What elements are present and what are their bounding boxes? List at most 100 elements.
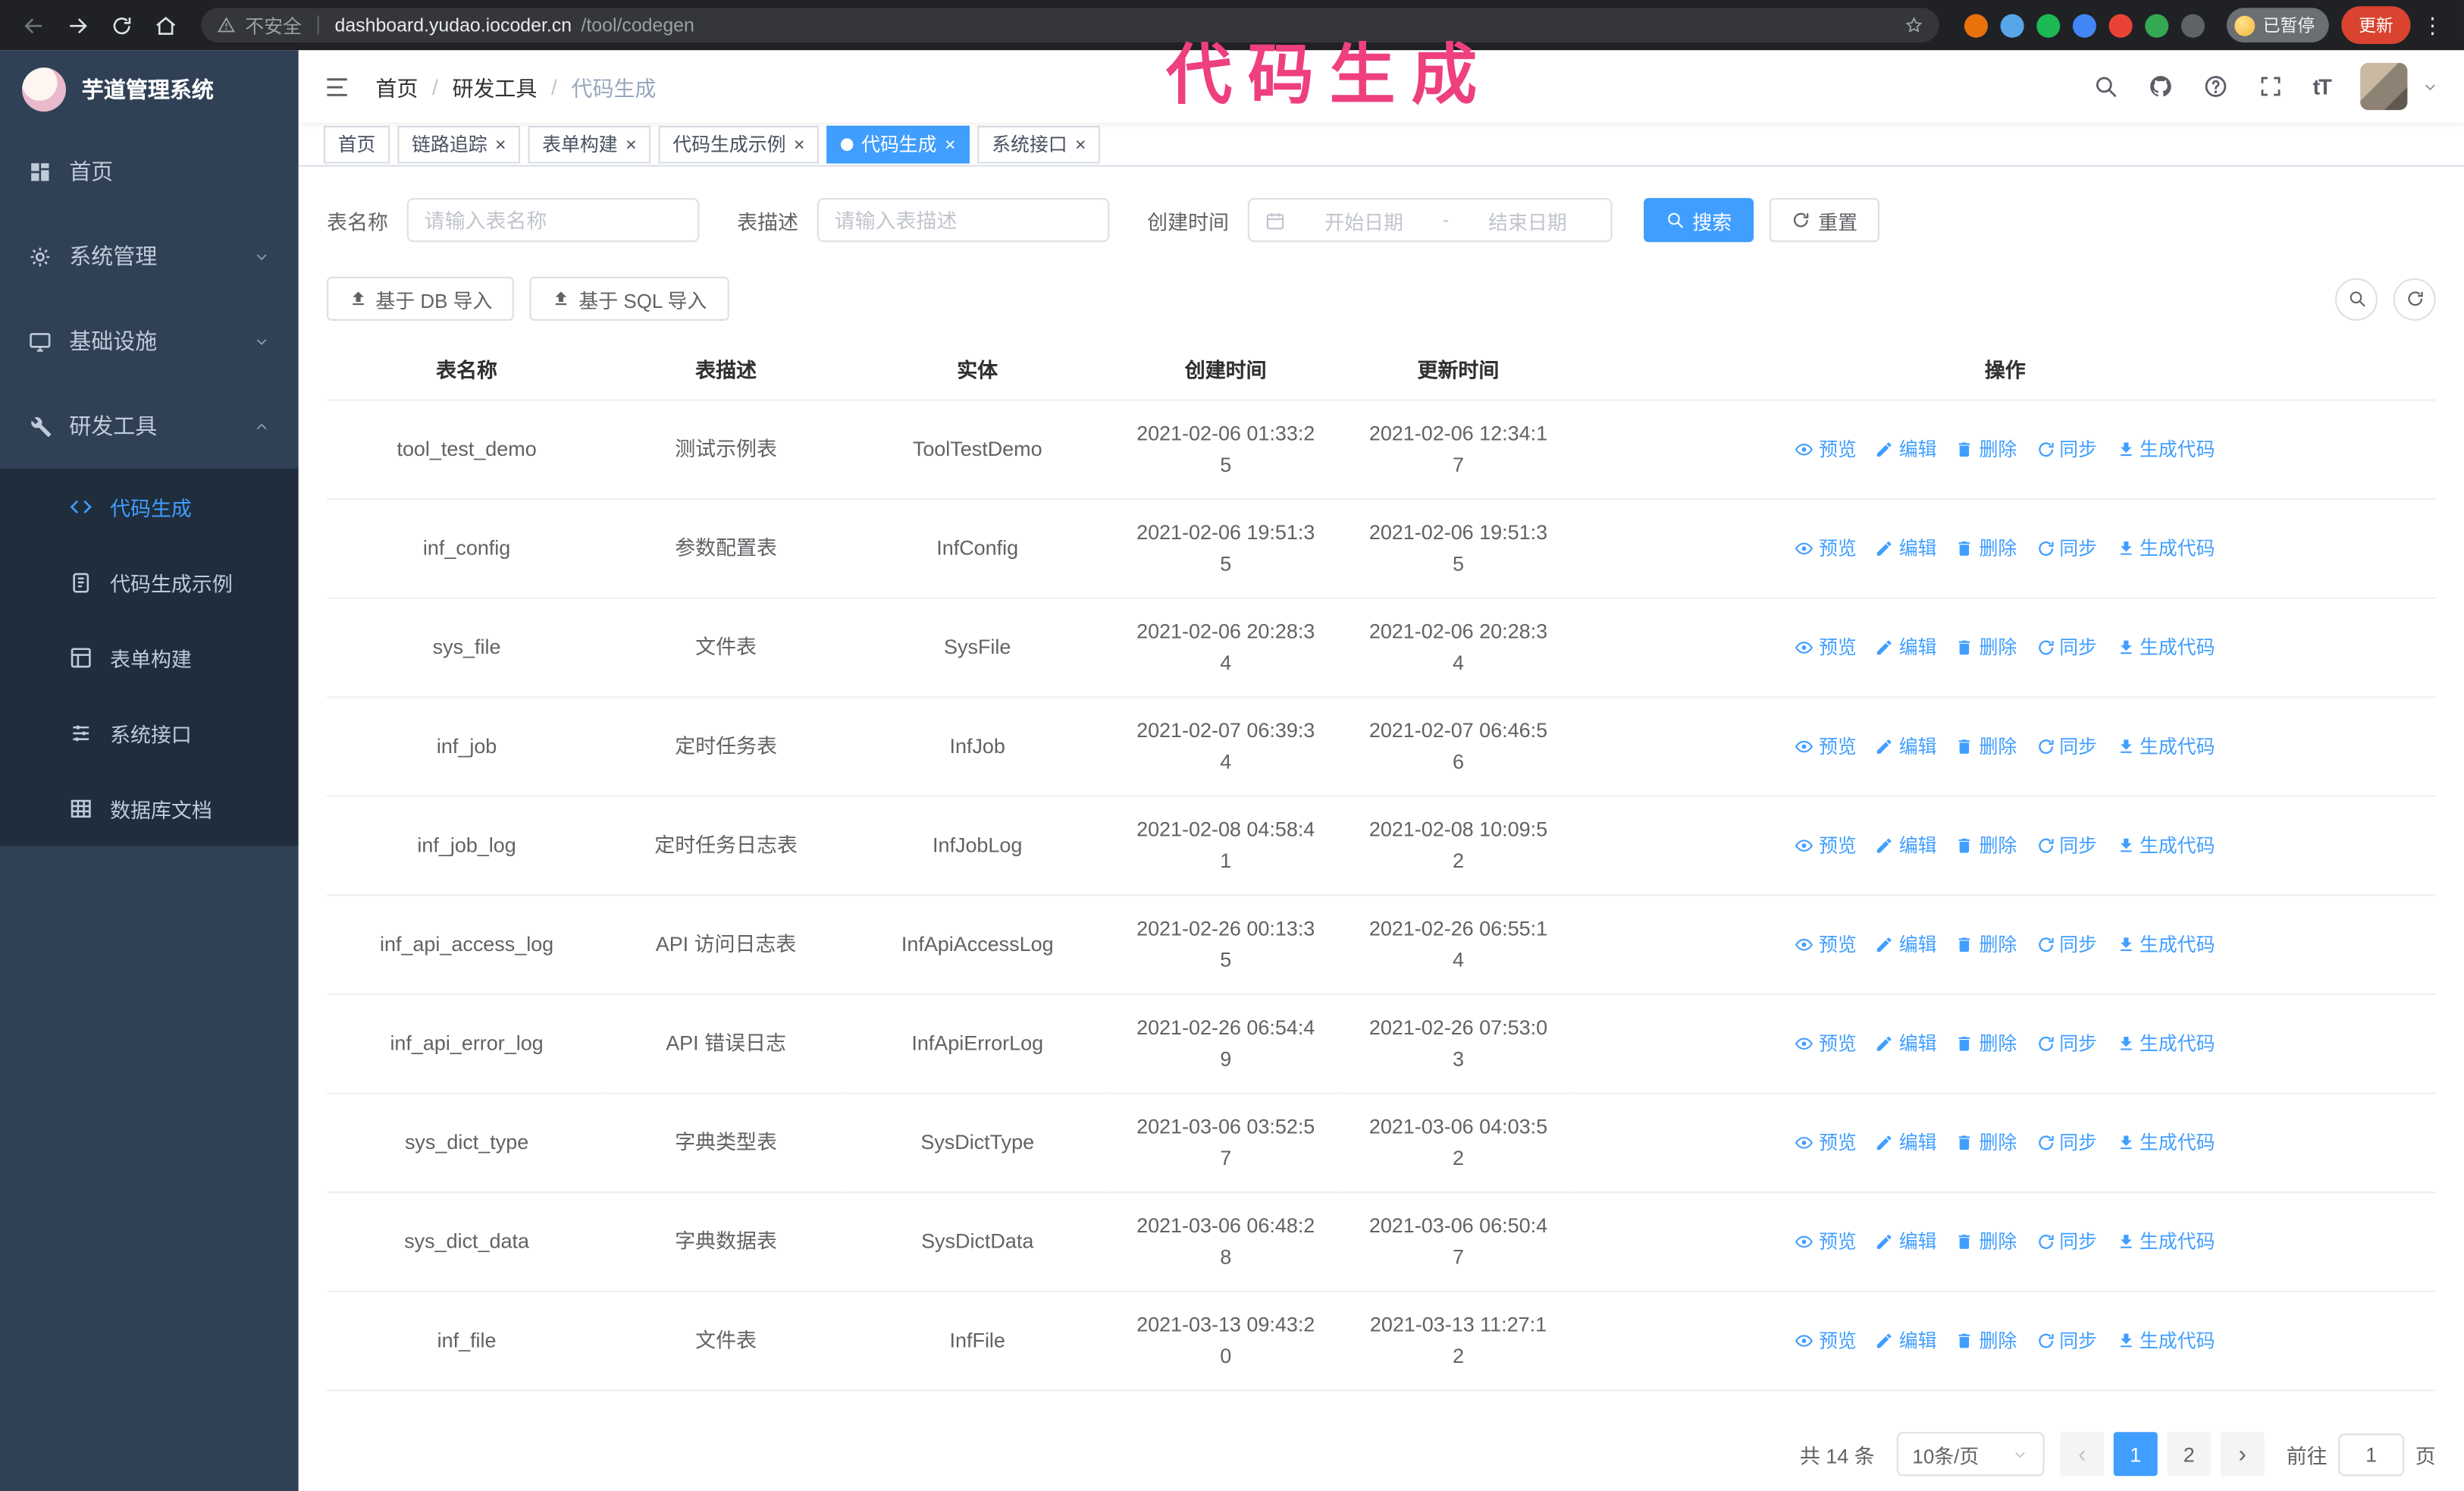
row-action-edit[interactable]: 编辑 xyxy=(1876,1325,1937,1356)
browser-reload-button[interactable] xyxy=(101,5,142,46)
search-button[interactable]: 搜索 xyxy=(1644,198,1754,243)
row-action-preview[interactable]: 预览 xyxy=(1795,1127,1857,1158)
row-action-delete[interactable]: 删除 xyxy=(1955,632,2017,663)
row-action-sync[interactable]: 同步 xyxy=(2036,731,2097,762)
row-action-preview[interactable]: 预览 xyxy=(1795,434,1857,465)
date-start-placeholder[interactable]: 开始日期 xyxy=(1296,205,1431,234)
row-action-sync[interactable]: 同步 xyxy=(2036,929,2097,960)
avatar[interactable] xyxy=(2360,63,2408,111)
row-action-sync[interactable]: 同步 xyxy=(2036,1028,2097,1059)
tab[interactable]: 首页 xyxy=(323,124,390,163)
extension-icon[interactable] xyxy=(2145,13,2169,37)
sidebar-item-home[interactable]: 首页 xyxy=(0,129,299,214)
sidebar-item-form-builder[interactable]: 表单构建 xyxy=(0,620,299,695)
row-action-sync[interactable]: 同步 xyxy=(2036,533,2097,564)
page-button-2[interactable]: 2 xyxy=(2167,1432,2212,1477)
row-action-generate-code[interactable]: 生成代码 xyxy=(2116,434,2215,465)
create-time-range-picker[interactable]: 开始日期 - 结束日期 xyxy=(1247,198,1613,243)
paused-extension-badge[interactable]: 已暂停 xyxy=(2227,8,2329,42)
extension-icon[interactable] xyxy=(1964,13,1988,37)
sidebar-item-system-api[interactable]: 系统接口 xyxy=(0,695,299,770)
row-action-sync[interactable]: 同步 xyxy=(2036,1226,2097,1257)
font-size-icon[interactable]: tT xyxy=(2313,74,2332,99)
row-action-preview[interactable]: 预览 xyxy=(1795,1325,1857,1356)
tab[interactable]: 链路追踪 × xyxy=(397,124,521,163)
sidebar-item-code-generation[interactable]: 代码生成 xyxy=(0,469,299,544)
page-size-select[interactable]: 10条/页 xyxy=(1896,1432,2045,1477)
url-host[interactable]: dashboard.yudao.iocoder.cn xyxy=(335,14,572,36)
row-action-sync[interactable]: 同步 xyxy=(2036,830,2097,861)
table-name-input[interactable] xyxy=(424,208,682,232)
row-action-edit[interactable]: 编辑 xyxy=(1876,929,1937,960)
row-action-delete[interactable]: 删除 xyxy=(1955,1127,2017,1158)
refresh-table-button[interactable] xyxy=(2393,277,2436,320)
row-action-sync[interactable]: 同步 xyxy=(2036,434,2097,465)
row-action-generate-code[interactable]: 生成代码 xyxy=(2116,929,2215,960)
row-action-generate-code[interactable]: 生成代码 xyxy=(2116,533,2215,564)
row-action-generate-code[interactable]: 生成代码 xyxy=(2116,1226,2215,1257)
row-action-generate-code[interactable]: 生成代码 xyxy=(2116,1028,2215,1059)
sidebar-item-database-docs[interactable]: 数据库文档 xyxy=(0,771,299,846)
row-action-delete[interactable]: 删除 xyxy=(1955,1226,2017,1257)
tab[interactable]: 代码生成示例 × xyxy=(658,124,820,163)
extension-icon[interactable] xyxy=(2036,13,2061,37)
hamburger-icon[interactable] xyxy=(324,74,350,100)
toggle-search-button[interactable] xyxy=(2335,277,2378,320)
browser-forward-button[interactable] xyxy=(57,5,98,46)
row-action-edit[interactable]: 编辑 xyxy=(1876,1226,1937,1257)
row-action-preview[interactable]: 预览 xyxy=(1795,1028,1857,1059)
prev-page-button[interactable]: ‹ xyxy=(2060,1432,2105,1477)
import-db-button[interactable]: 基于 DB 导入 xyxy=(327,276,515,321)
row-action-edit[interactable]: 编辑 xyxy=(1876,731,1937,762)
browser-menu-icon[interactable]: ⋮ xyxy=(2414,12,2452,39)
row-action-delete[interactable]: 删除 xyxy=(1955,1325,2017,1356)
sidebar-logo[interactable]: 芋道管理系统 xyxy=(0,50,299,129)
row-action-delete[interactable]: 删除 xyxy=(1955,434,2017,465)
row-action-preview[interactable]: 预览 xyxy=(1795,632,1857,663)
tab-close-icon[interactable]: × xyxy=(625,134,637,153)
import-sql-button[interactable]: 基于 SQL 导入 xyxy=(530,276,729,321)
sidebar-item-code-generation-example[interactable]: 代码生成示例 xyxy=(0,544,299,619)
sidebar-item-infrastructure[interactable]: 基础设施 xyxy=(0,299,299,384)
tab[interactable]: 代码生成 × xyxy=(826,124,970,163)
row-action-generate-code[interactable]: 生成代码 xyxy=(2116,1325,2215,1356)
row-action-sync[interactable]: 同步 xyxy=(2036,1127,2097,1158)
security-warning-label[interactable]: 不安全 xyxy=(245,12,302,39)
row-action-delete[interactable]: 删除 xyxy=(1955,533,2017,564)
tab-close-icon[interactable]: × xyxy=(495,134,506,153)
row-action-delete[interactable]: 删除 xyxy=(1955,731,2017,762)
row-action-edit[interactable]: 编辑 xyxy=(1876,632,1937,663)
row-action-generate-code[interactable]: 生成代码 xyxy=(2116,830,2215,861)
row-action-sync[interactable]: 同步 xyxy=(2036,1325,2097,1356)
row-action-edit[interactable]: 编辑 xyxy=(1876,1127,1937,1158)
extension-icon[interactable] xyxy=(2108,13,2133,37)
browser-back-button[interactable] xyxy=(13,5,54,46)
row-action-delete[interactable]: 删除 xyxy=(1955,830,2017,861)
search-icon[interactable] xyxy=(2093,74,2118,99)
row-action-delete[interactable]: 删除 xyxy=(1955,929,2017,960)
row-action-delete[interactable]: 删除 xyxy=(1955,1028,2017,1059)
tab[interactable]: 表单构建 × xyxy=(528,124,651,163)
breadcrumb-dev-tools[interactable]: 研发工具 xyxy=(452,71,537,102)
page-button-1[interactable]: 1 xyxy=(2113,1432,2158,1477)
row-action-edit[interactable]: 编辑 xyxy=(1876,1028,1937,1059)
goto-page-input[interactable] xyxy=(2338,1433,2405,1476)
browser-home-button[interactable] xyxy=(145,5,186,46)
tab-close-icon[interactable]: × xyxy=(794,134,805,153)
row-action-generate-code[interactable]: 生成代码 xyxy=(2116,731,2215,762)
help-icon[interactable] xyxy=(2202,74,2227,99)
sidebar-item-system-management[interactable]: 系统管理 xyxy=(0,214,299,299)
extension-icon[interactable] xyxy=(2180,13,2205,37)
chevron-down-icon[interactable] xyxy=(2422,78,2439,96)
row-action-generate-code[interactable]: 生成代码 xyxy=(2116,1127,2215,1158)
breadcrumb-home[interactable]: 首页 xyxy=(375,71,418,102)
row-action-preview[interactable]: 预览 xyxy=(1795,533,1857,564)
row-action-preview[interactable]: 预览 xyxy=(1795,929,1857,960)
row-action-sync[interactable]: 同步 xyxy=(2036,632,2097,663)
row-action-edit[interactable]: 编辑 xyxy=(1876,434,1937,465)
bookmark-star-icon[interactable] xyxy=(1904,16,1923,35)
tab-close-icon[interactable]: × xyxy=(945,134,956,153)
row-action-preview[interactable]: 预览 xyxy=(1795,830,1857,861)
url-path[interactable]: /tool/codegen xyxy=(581,14,694,36)
github-icon[interactable] xyxy=(2148,74,2173,99)
